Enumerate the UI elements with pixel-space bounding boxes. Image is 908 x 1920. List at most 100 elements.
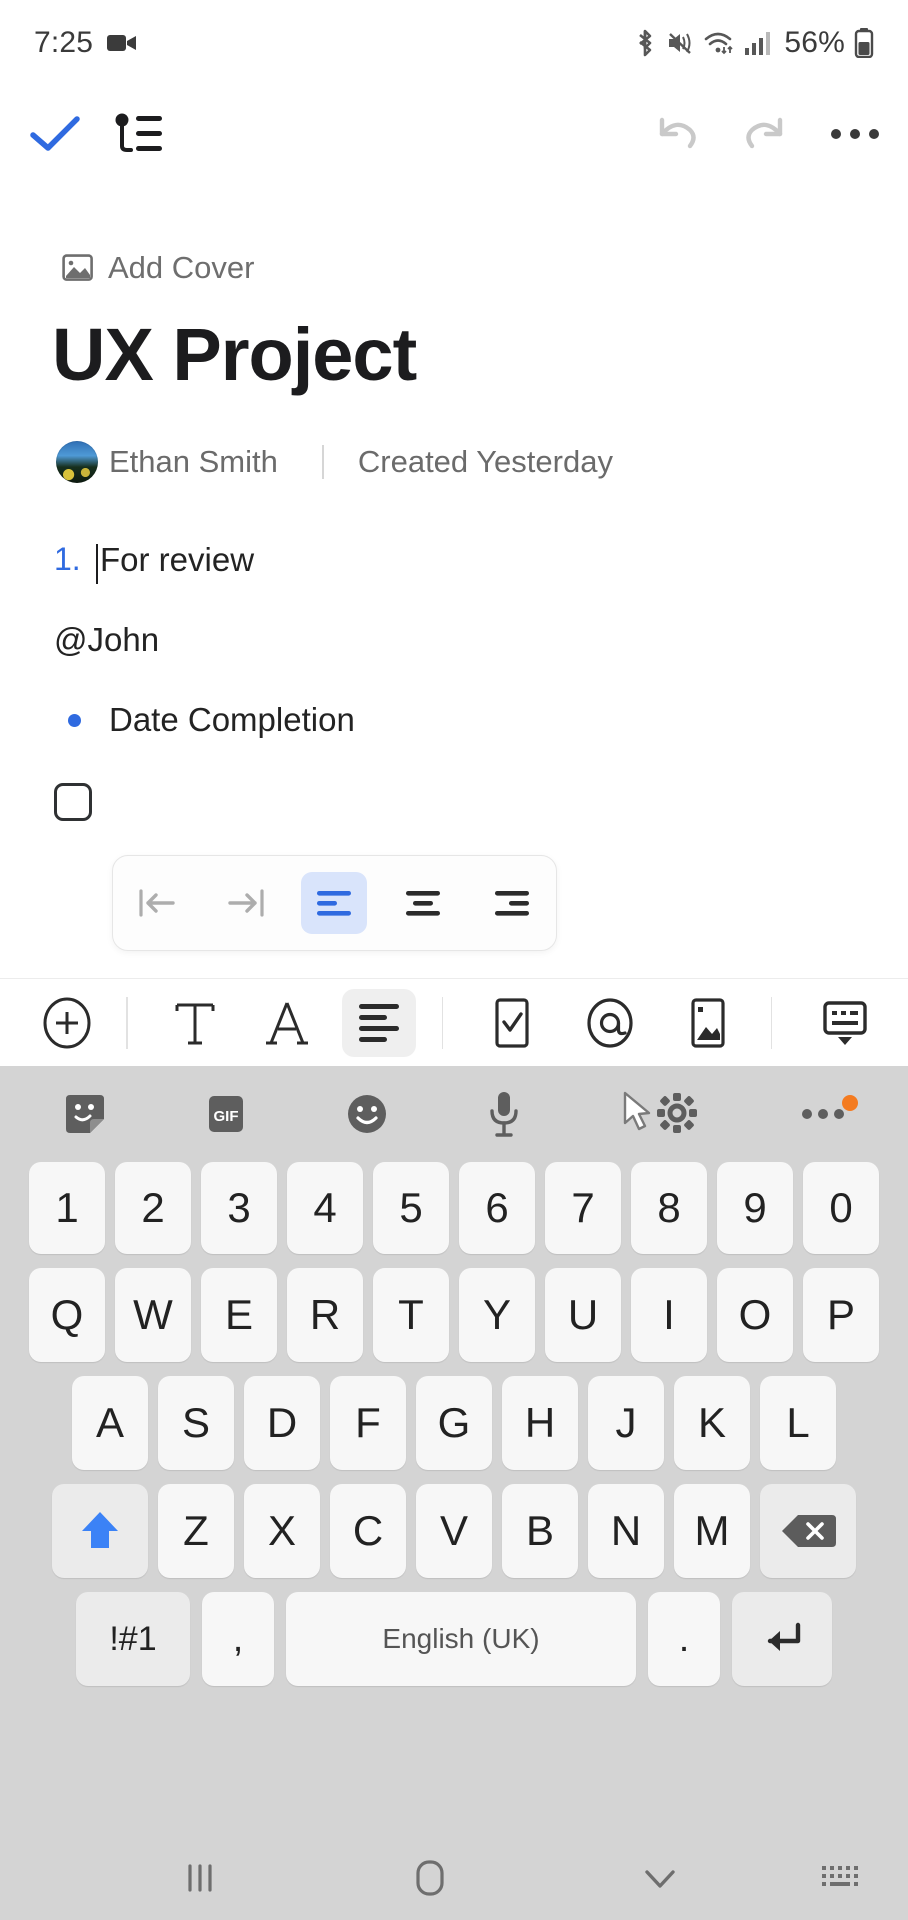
key[interactable]: U — [545, 1268, 621, 1362]
toolbar-divider — [126, 996, 128, 1049]
align-left-icon[interactable] — [301, 872, 368, 934]
key[interactable]: F — [330, 1376, 406, 1470]
hide-keyboard-icon[interactable] — [808, 989, 882, 1057]
list-item[interactable]: 1. For review — [0, 541, 908, 584]
app-toolbar — [0, 86, 908, 182]
created-date: Created Yesterday — [357, 444, 613, 479]
insert-image-icon[interactable] — [671, 989, 745, 1057]
add-block-icon[interactable] — [30, 989, 104, 1057]
key[interactable]: V — [416, 1484, 492, 1578]
text-style-icon[interactable] — [158, 989, 232, 1057]
keyboard-row-home: A S D F G H J K L — [8, 1376, 900, 1470]
sticker-icon[interactable] — [62, 1091, 108, 1137]
mention-icon[interactable] — [573, 989, 647, 1057]
gif-icon[interactable]: GIF — [205, 1091, 247, 1137]
app-toolbar-right — [650, 112, 880, 156]
status-bar-left: 7:25 — [34, 26, 137, 60]
symbols-key[interactable]: !#1 — [76, 1592, 190, 1686]
mute-vibrate-icon — [666, 29, 694, 57]
svg-text:GIF: GIF — [213, 1108, 238, 1125]
align-center-icon[interactable] — [390, 872, 456, 934]
key[interactable]: 8 — [631, 1162, 707, 1254]
bluetooth-icon — [633, 28, 657, 58]
key[interactable]: I — [631, 1268, 707, 1362]
key[interactable]: M — [674, 1484, 750, 1578]
font-icon[interactable] — [250, 989, 324, 1057]
phone-screen: 7:25 56% Add Cover UX Project Ethan Smit… — [0, 0, 908, 1920]
key[interactable]: O — [717, 1268, 793, 1362]
checkbox-unchecked[interactable] — [54, 783, 92, 821]
keyboard: G I F 1 2 3 4 5 6 7 8 9 0 Q W E R T Y U I … — [0, 1066, 908, 1836]
key[interactable]: E — [201, 1268, 277, 1362]
key[interactable]: 6 — [459, 1162, 535, 1254]
key[interactable]: N — [588, 1484, 664, 1578]
outline-icon[interactable] — [114, 112, 164, 156]
document-meta: Ethan Smith Created Yesterday — [56, 441, 908, 483]
backspace-key[interactable] — [760, 1484, 856, 1578]
recents-icon[interactable] — [140, 1858, 260, 1898]
page-title[interactable]: UX Project — [52, 312, 908, 397]
key[interactable]: D — [244, 1376, 320, 1470]
format-toolbar — [0, 978, 908, 1066]
content-blocks: 1. For review @John Date Completion — [0, 541, 908, 821]
paragraph-align-icon[interactable] — [341, 988, 416, 1057]
outdent-icon[interactable] — [124, 872, 190, 934]
list-item[interactable]: Date Completion — [0, 701, 908, 739]
key[interactable]: Q — [29, 1268, 105, 1362]
battery-percent: 56% — [784, 26, 845, 59]
keyboard-toolbar: GIF — [0, 1066, 908, 1162]
list-item-text: Date Completion — [109, 701, 355, 738]
checklist-icon[interactable] — [475, 989, 549, 1057]
key[interactable]: 7 — [545, 1162, 621, 1254]
undo-icon[interactable] — [650, 112, 702, 156]
align-right-icon[interactable] — [479, 872, 545, 934]
period-key[interactable]: . — [648, 1592, 720, 1686]
indent-icon[interactable] — [213, 872, 279, 934]
key[interactable]: X — [244, 1484, 320, 1578]
key[interactable]: 9 — [717, 1162, 793, 1254]
enter-key[interactable] — [732, 1592, 832, 1686]
key[interactable]: T — [373, 1268, 449, 1362]
key[interactable]: W — [115, 1268, 191, 1362]
hide-keyboard-chevron-icon[interactable] — [600, 1862, 720, 1894]
key[interactable]: Z — [158, 1484, 234, 1578]
add-cover-button[interactable]: Add Cover — [62, 250, 908, 286]
checklist-row[interactable] — [0, 783, 908, 821]
key[interactable]: L — [760, 1376, 836, 1470]
notification-badge-dot — [841, 1095, 858, 1111]
comma-key[interactable]: , — [202, 1592, 274, 1686]
key[interactable]: 5 — [373, 1162, 449, 1254]
key[interactable]: 4 — [287, 1162, 363, 1254]
switch-keyboard-icon[interactable] — [780, 1861, 900, 1895]
done-check-icon[interactable] — [28, 113, 82, 155]
key[interactable]: 2 — [115, 1162, 191, 1254]
keyboard-row-space: !#1 , English (UK) . — [8, 1592, 900, 1686]
more-options-icon[interactable] — [830, 127, 880, 141]
status-time: 7:25 — [34, 26, 94, 59]
home-icon[interactable] — [370, 1856, 490, 1900]
key[interactable]: 0 — [803, 1162, 879, 1254]
key[interactable]: R — [287, 1268, 363, 1362]
microphone-icon[interactable] — [486, 1089, 522, 1139]
cellular-signal-icon — [744, 30, 772, 56]
key[interactable]: S — [158, 1376, 234, 1470]
key[interactable]: J — [588, 1376, 664, 1470]
shift-key[interactable] — [52, 1484, 148, 1578]
emoji-icon[interactable] — [344, 1091, 390, 1137]
space-key[interactable]: English (UK) — [286, 1592, 636, 1686]
key[interactable]: K — [674, 1376, 750, 1470]
key[interactable]: H — [502, 1376, 578, 1470]
redo-icon[interactable] — [740, 112, 792, 156]
navigation-bar — [0, 1836, 908, 1920]
key[interactable]: C — [330, 1484, 406, 1578]
key[interactable]: 1 — [29, 1162, 105, 1254]
key[interactable]: A — [72, 1376, 148, 1470]
key[interactable]: P — [803, 1268, 879, 1362]
keyboard-more-icon[interactable] — [800, 1095, 858, 1121]
key[interactable]: G — [416, 1376, 492, 1470]
key[interactable]: 3 — [201, 1162, 277, 1254]
settings-icon[interactable] — [619, 1089, 703, 1139]
mention-block[interactable]: @John — [0, 621, 908, 659]
key[interactable]: Y — [459, 1268, 535, 1362]
key[interactable]: B — [502, 1484, 578, 1578]
